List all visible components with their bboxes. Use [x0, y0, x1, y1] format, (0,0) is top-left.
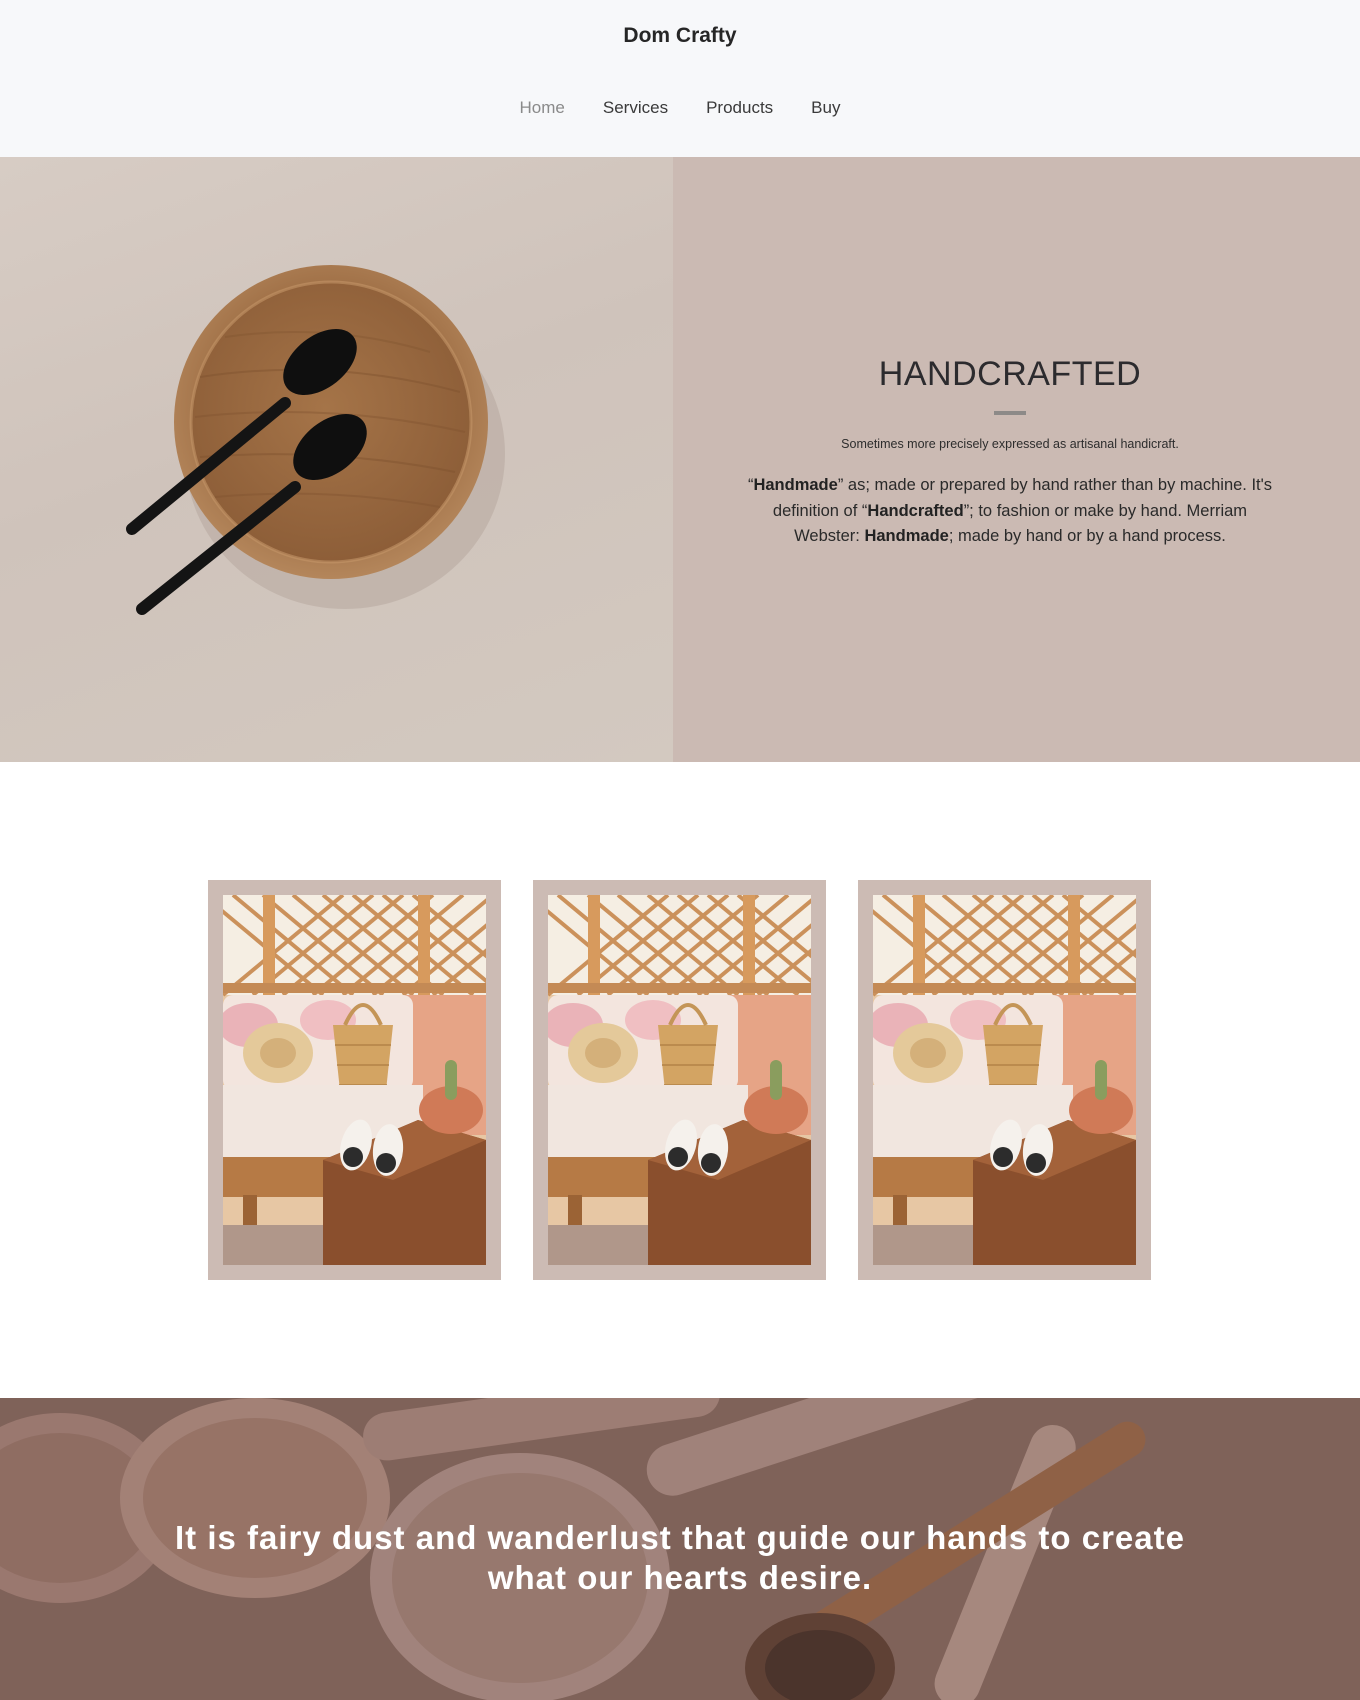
- hero-section: HANDCRAFTED Sometimes more precisely exp…: [0, 157, 1360, 762]
- nav-home[interactable]: Home: [520, 98, 565, 118]
- nav-services[interactable]: Services: [603, 98, 668, 118]
- quote-text: It is fairy dust and wanderlust that gui…: [175, 1519, 1185, 1596]
- hero-title: HANDCRAFTED: [878, 355, 1142, 393]
- gallery-image: [223, 895, 486, 1265]
- patio-photo: [873, 895, 1136, 1265]
- hero-copy: HANDCRAFTED Sometimes more precisely exp…: [740, 157, 1280, 762]
- term-handcrafted: Handcrafted: [867, 501, 964, 520]
- site-header: Dom Crafty Home Services Products Buy: [0, 0, 1360, 157]
- gallery-card[interactable]: [858, 880, 1151, 1280]
- quote-section: It is fairy dust and wanderlust that gui…: [0, 1398, 1360, 1700]
- term-handmade: Handmade: [753, 476, 838, 494]
- main-nav: Home Services Products Buy: [0, 98, 1360, 118]
- gallery-image: [873, 895, 1136, 1265]
- gallery-section: [0, 762, 1360, 1398]
- nav-products[interactable]: Products: [706, 98, 773, 118]
- hero-subtitle: Sometimes more precisely expressed as ar…: [841, 437, 1179, 451]
- brand-logo[interactable]: Dom Crafty: [0, 24, 1360, 48]
- nav-buy[interactable]: Buy: [811, 98, 840, 118]
- term-handmade-webster: Handmade: [864, 527, 949, 545]
- gallery-image: [548, 895, 811, 1265]
- patio-photo: [548, 895, 811, 1265]
- hero-description: “Handmade” as; made or prepared by hand …: [747, 476, 1273, 545]
- wooden-plate-illustration: [126, 265, 505, 615]
- patio-photo: [223, 895, 486, 1265]
- gallery-card[interactable]: [208, 880, 501, 1280]
- title-divider: [994, 411, 1026, 415]
- gallery-card[interactable]: [533, 880, 826, 1280]
- hero-image: [0, 157, 673, 762]
